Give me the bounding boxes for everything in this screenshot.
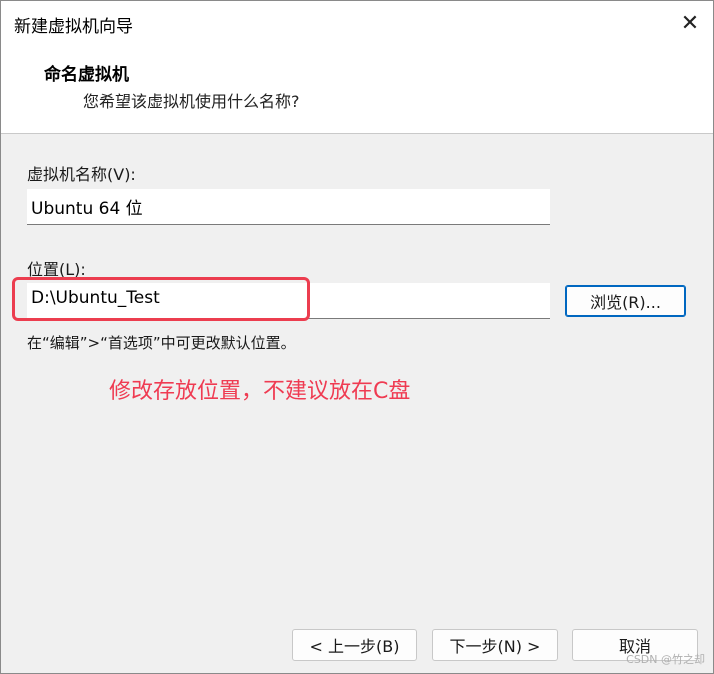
browse-button[interactable]: 浏览(R)... [565,285,686,317]
location-hint: 在“编辑”>“首选项”中可更改默认位置。 [27,334,296,352]
page-subtitle: 您希望该虚拟机使用什么名称? [83,92,300,111]
annotation-text: 修改存放位置，不建议放在C盘 [109,379,411,404]
wizard-window: 新建虚拟机向导 ✕ 命名虚拟机 您希望该虚拟机使用什么名称? 虚拟机名称(V):… [0,0,714,674]
close-button[interactable]: ✕ [667,1,713,45]
wizard-header: 命名虚拟机 您希望该虚拟机使用什么名称? [1,45,713,134]
vm-name-input[interactable]: Ubuntu 64 位 [27,189,550,225]
vm-name-label: 虚拟机名称(V): [27,165,136,184]
watermark: CSDN @竹之却 [626,653,705,666]
close-icon: ✕ [680,10,700,36]
title-bar: 新建虚拟机向导 ✕ [1,1,713,45]
page-title: 命名虚拟机 [44,65,129,85]
window-title: 新建虚拟机向导 [14,17,133,37]
back-button[interactable]: < 上一步(B) [292,629,417,661]
annotation-highlight-box [12,277,310,321]
next-button[interactable]: 下一步(N) > [432,629,558,661]
